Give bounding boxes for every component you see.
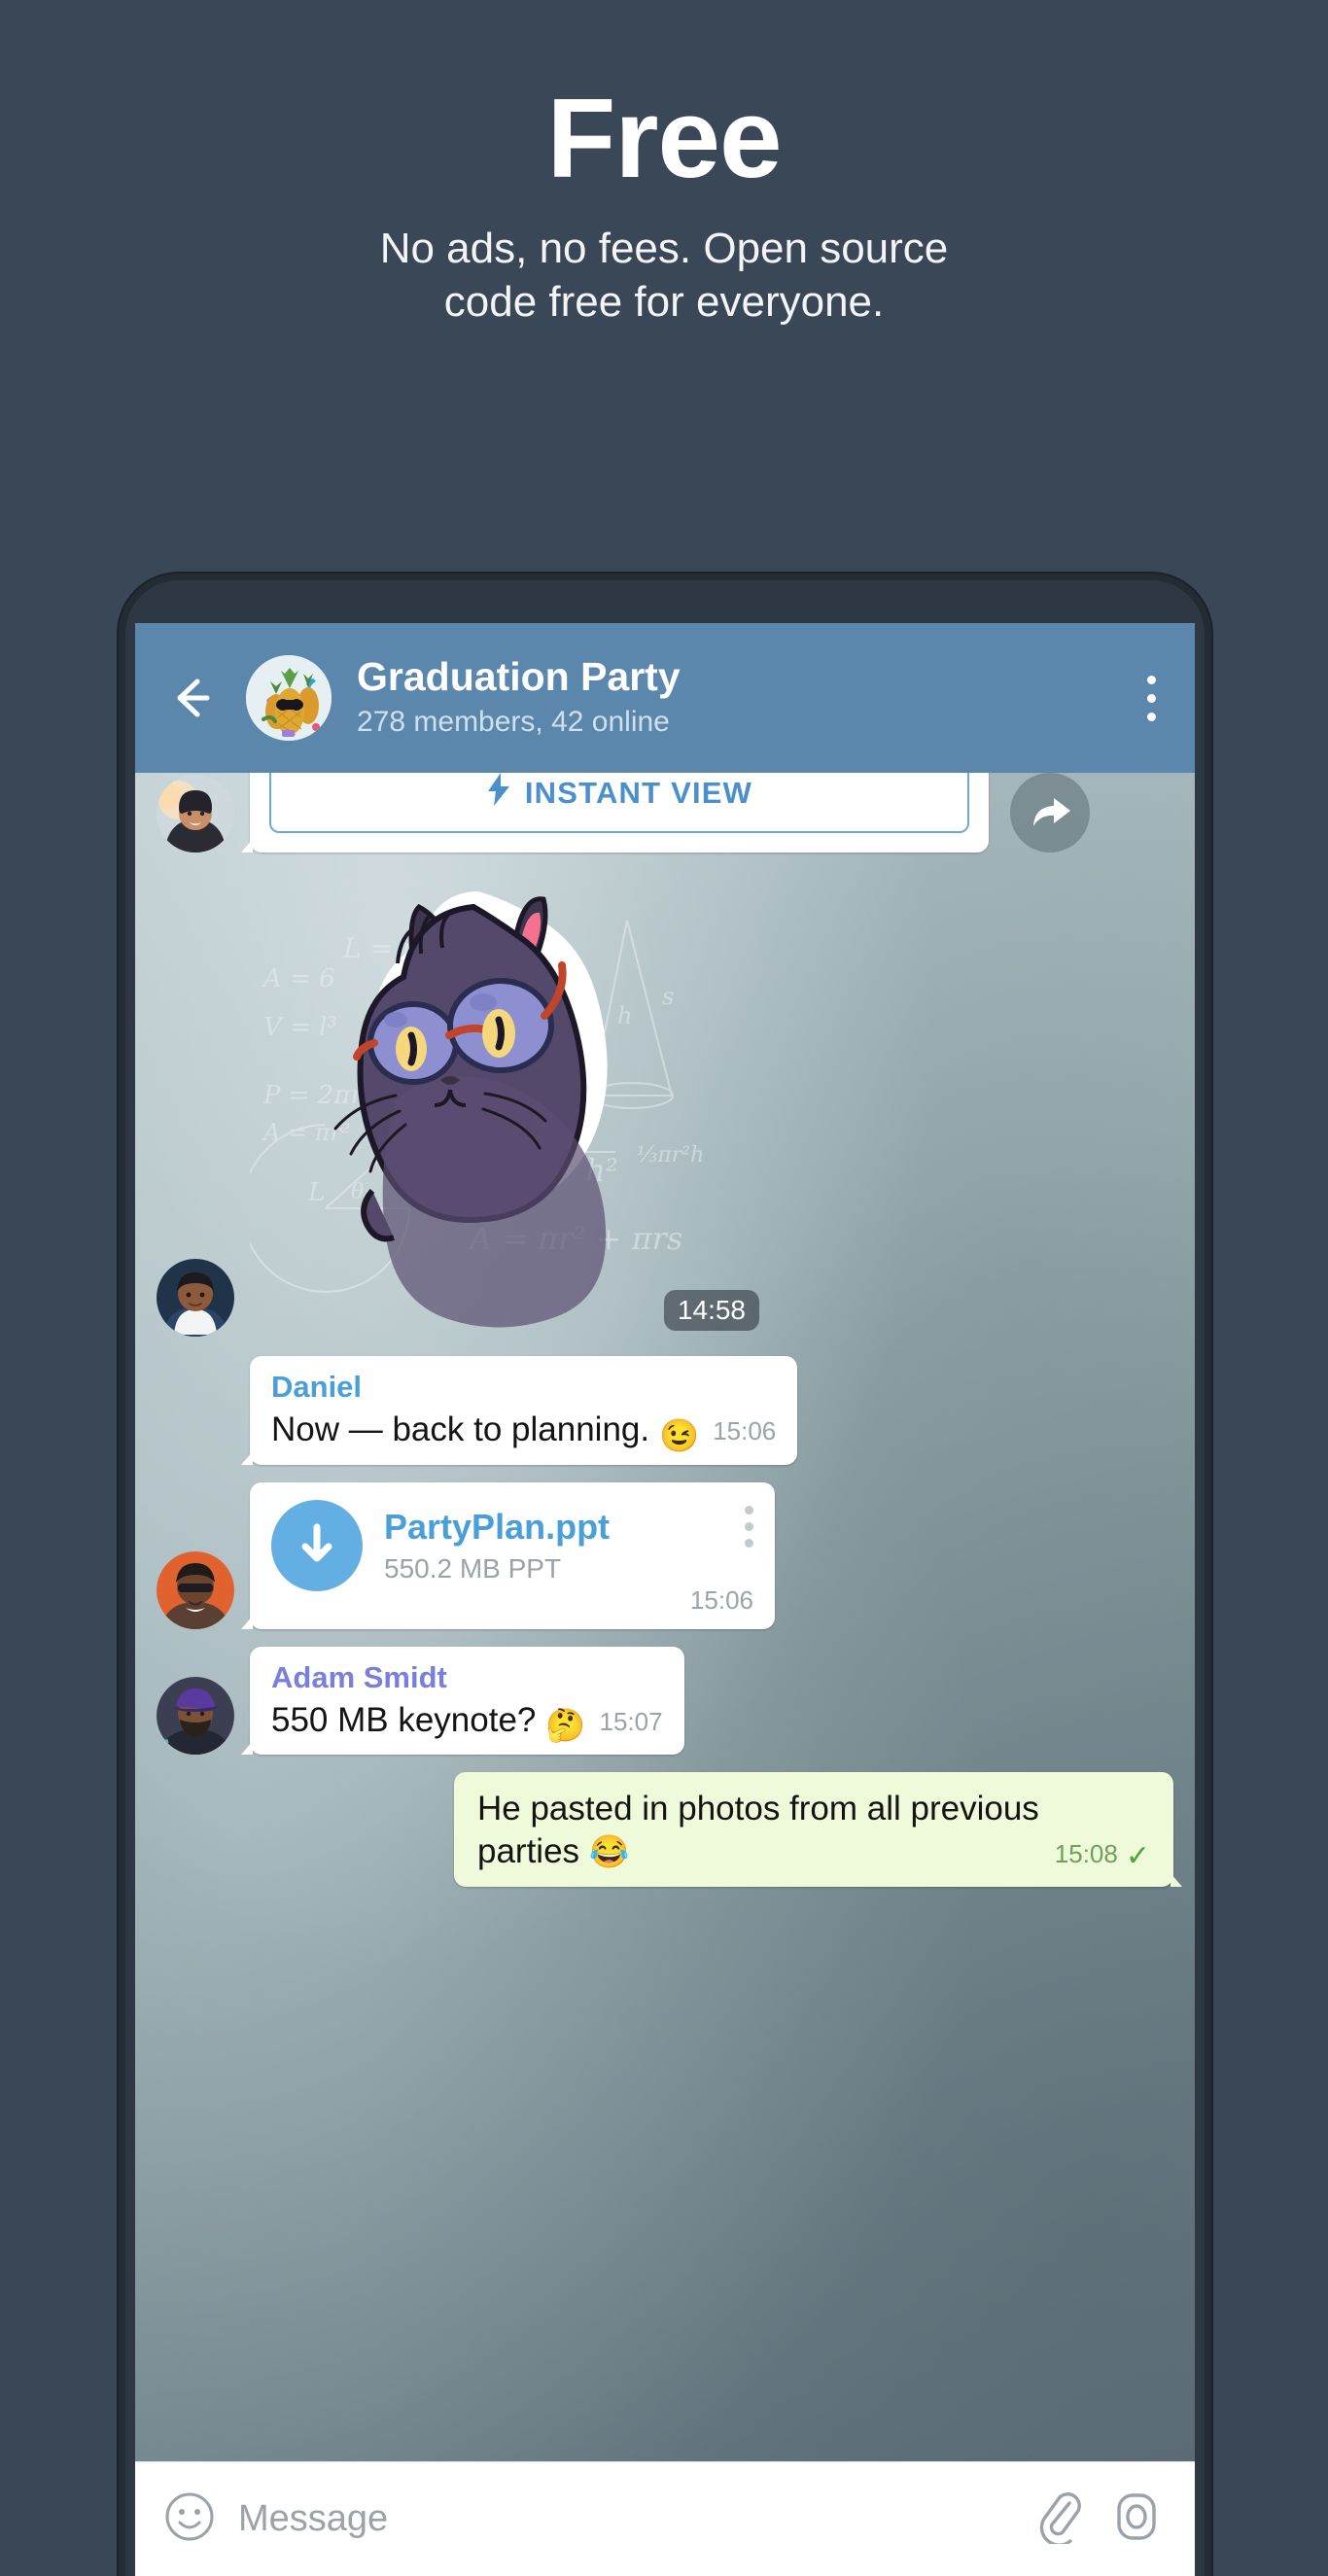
message-sender: Adam Smidt [271,1659,447,1694]
page-title: Free [546,75,782,201]
message-text-adam[interactable]: Adam Smidt 550 MB keynote? 🤔 15:07 [157,1646,1173,1756]
message-text-daniel[interactable]: Daniel Now — back to planning. 😉 15:06 [157,1356,1173,1465]
message-bubble[interactable]: Daniel Now — back to planning. 😉 15:06 [240,1356,798,1465]
chat-subtitle: 278 members, 42 online [357,706,670,739]
file-name[interactable]: PartyPlan.ppt [384,1506,745,1548]
message-timestamp: 15:06 [713,1416,777,1446]
promo-header: Free No ads, no fees. Open source code f… [0,0,1328,330]
message-link-preview[interactable]: Einstein struggled to find a job out of … [157,637,1173,853]
svg-text:h: h [617,1002,632,1029]
message-timestamp: 15:08 [1054,1839,1118,1869]
file-bubble[interactable]: PartyPlan.ppt 550.2 MB PPT 15:06 [241,1481,775,1629]
svg-text:P = 2πr: P = 2πr [262,1081,364,1110]
svg-text:θ: θ [351,1180,364,1204]
emoji-wink: 😉 [659,1416,700,1453]
phone-screen: Graduation Party 278 members, 42 online [135,623,1195,2576]
forward-arrow-icon[interactable] [1010,773,1090,853]
message-bubble-outgoing[interactable]: He pasted in photos from all previous pa… [454,1772,1182,1888]
message-file[interactable]: PartyPlan.ppt 550.2 MB PPT 15:06 [157,1481,1173,1629]
message-input-bar[interactable]: Message [135,2461,1195,2576]
overflow-menu-icon[interactable] [745,1500,753,1548]
message-content: 550 MB keynote? 🤔 15:07 [271,1699,663,1741]
menu-dot [1146,693,1156,703]
message-timestamp: 14:58 [663,1290,759,1331]
message-timestamp: 15:06 [689,1584,753,1615]
lightning-bolt-icon [486,773,511,814]
promo-subtitle-line1: No ads, no fees. Open source [379,225,949,272]
message-text: 550 MB keynote? [271,1700,537,1739]
phone-button-mute [119,862,120,946]
smiley-icon[interactable] [164,2491,215,2547]
message-text-outgoing[interactable]: He pasted in photos from all previous pa… [157,1772,1182,1888]
single-check-icon: ✓ [1125,1840,1150,1873]
menu-dot [1146,712,1156,721]
emoji-joy: 😂 [589,1832,630,1869]
message-timestamp: 15:07 [599,1707,663,1737]
chat-header: Graduation Party 278 members, 42 online [135,623,1195,773]
message-list[interactable]: Einstein struggled to find a job out of … [135,637,1195,2461]
back-arrow-icon[interactable] [160,668,221,728]
paperclip-icon[interactable] [1035,2489,1084,2549]
phone-button-volume-up [119,998,120,1154]
file-row[interactable]: PartyPlan.ppt 550.2 MB PPT [271,1499,753,1591]
phone-button-power [1210,930,1211,1115]
file-size: 550.2 MB PPT [384,1553,562,1584]
file-meta: PartyPlan.ppt 550.2 MB PPT [384,1506,745,1584]
chat-title: Graduation Party [357,654,681,699]
svg-text:L: L [307,1178,325,1207]
svg-text:⅓πr²h: ⅓πr²h [637,1143,704,1167]
message-input[interactable]: Message [238,2498,1008,2540]
phone-mockup: Graduation Party 278 members, 42 online [119,574,1211,2576]
group-avatar-pineapples[interactable] [246,655,332,741]
phone-button-volume-down [119,1183,120,1339]
message-sender: Daniel [271,1370,363,1404]
menu-dot [745,1505,753,1514]
promo-subtitle-line2: code free for everyone. [443,278,885,327]
avatar[interactable] [157,1259,234,1337]
overflow-menu-icon[interactable] [1146,675,1162,721]
avatar[interactable] [157,775,234,853]
emoji-thinking: 🤔 [545,1707,586,1744]
chat-header-text[interactable]: Graduation Party 278 members, 42 online [357,655,1146,742]
message-sticker[interactable]: A = 6 V = l³ P = 2πr A = πr² L = πr θ θ … [157,870,1173,1337]
camera-icon[interactable] [1111,2489,1162,2549]
math-cat-sticker[interactable]: A = 6 V = l³ P = 2πr A = πr² L = πr θ θ … [250,870,759,1337]
svg-text:V = l³: V = l³ [263,1013,337,1042]
menu-dot [1146,675,1156,684]
message-text: Now — back to planning. [271,1410,650,1449]
avatar[interactable] [157,1550,234,1629]
download-arrow-icon[interactable] [271,1499,363,1591]
avatar[interactable] [157,1677,234,1756]
svg-text:A = 6: A = 6 [262,964,335,993]
promo-subtitle: No ads, no fees. Open source code free f… [0,222,1328,330]
instant-view-label: INSTANT VIEW [524,776,753,810]
menu-dot [745,1521,753,1531]
message-content: Now — back to planning. 😉 15:06 [271,1409,776,1450]
svg-text:s: s [662,983,674,1010]
message-bubble[interactable]: Adam Smidt 550 MB keynote? 🤔 15:07 [241,1646,684,1756]
menu-dot [745,1538,753,1548]
